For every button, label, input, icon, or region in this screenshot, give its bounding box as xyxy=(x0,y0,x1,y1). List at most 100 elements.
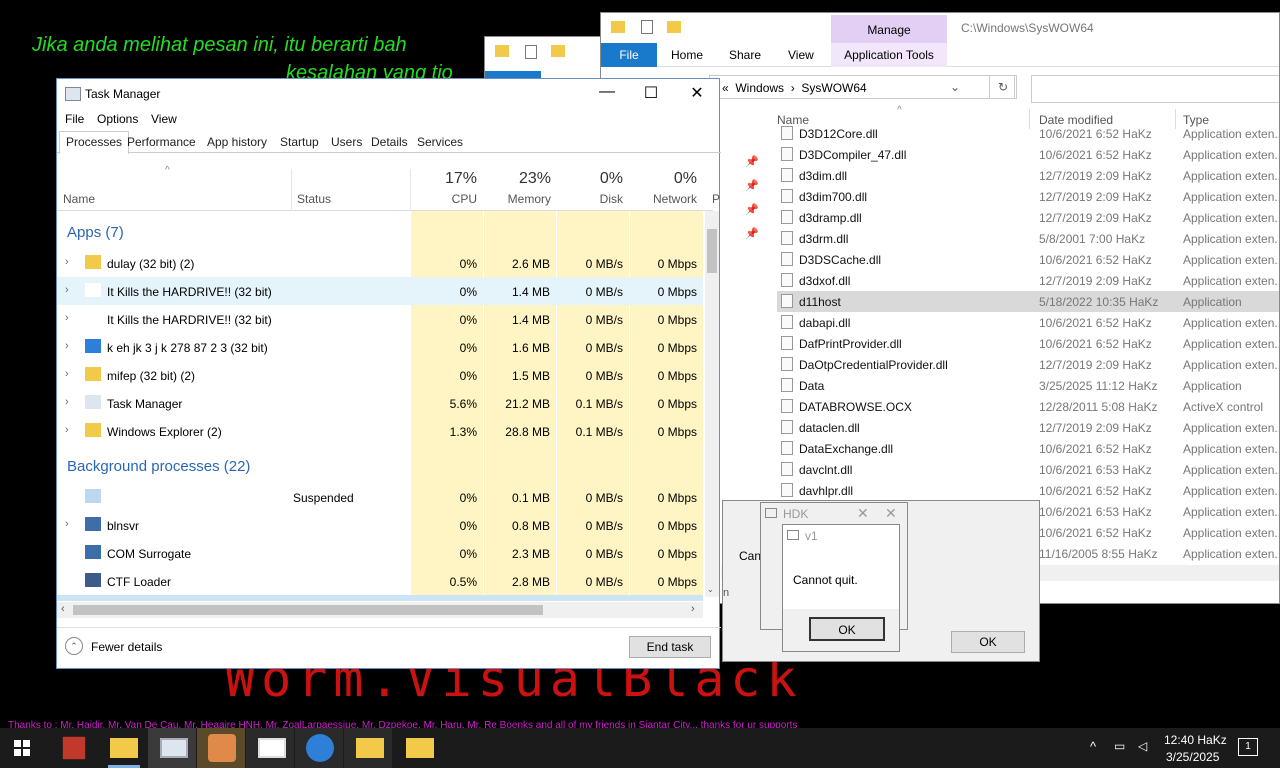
file-row[interactable]: DataExchange.dll 10/6/2021 6:52 HaKz Appli… xyxy=(777,438,1279,459)
process-row[interactable]: › It Kills the HARDRIVE!! (32 bit) 0% 1.4 M… xyxy=(57,277,703,305)
partial-selected-row[interactable] xyxy=(57,595,703,601)
vertical-scrollbar[interactable]: ⌄ xyxy=(705,211,719,597)
fewer-details-link[interactable]: Fewer details xyxy=(91,640,162,654)
horizontal-scrollbar[interactable]: ‹ › xyxy=(57,602,703,618)
file-row[interactable]: DafPrintProvider.dll 10/6/2021 6:52 HaKz A… xyxy=(777,333,1279,354)
task-manager-window[interactable]: Task Manager — ☐ ✕ File Options View Pro… xyxy=(56,78,721,669)
pin-icon[interactable]: 📌 xyxy=(745,155,759,168)
file-row[interactable]: DaOtpCredentialProvider.dll 12/7/2019 2:0… xyxy=(777,354,1279,375)
pin-icon[interactable]: 📌 xyxy=(745,227,759,240)
chevron-down-icon[interactable]: ⌄ xyxy=(950,80,960,94)
address-bar[interactable]: « Windows › SysWOW64 ⌄ xyxy=(709,75,1015,99)
file-row[interactable]: Data 3/25/2025 11:12 HaKz Application xyxy=(777,375,1279,396)
window-icon[interactable] xyxy=(258,738,286,758)
close-icon[interactable]: ✕ xyxy=(857,505,869,522)
file-row[interactable]: d11host 5/18/2022 10:35 HaKz Application xyxy=(777,291,1279,312)
column-power-partial[interactable]: P xyxy=(712,192,720,206)
background-explorer-window[interactable] xyxy=(484,36,604,81)
new-folder-icon[interactable] xyxy=(667,21,681,33)
back-ok-button[interactable]: OK xyxy=(951,631,1025,653)
file-row[interactable]: d3dim.dll 12/7/2019 2:09 HaKz Application … xyxy=(777,165,1279,186)
tab-app-history[interactable]: App history xyxy=(207,135,267,149)
scrollbar-thumb[interactable] xyxy=(73,605,543,615)
windows-start-icon[interactable] xyxy=(14,740,30,756)
close-icon[interactable]: ✕ xyxy=(683,83,711,103)
internet-explorer-icon[interactable] xyxy=(306,734,334,762)
refresh-icon[interactable]: ↻ xyxy=(989,75,1017,99)
ribbon-tab-view[interactable]: View xyxy=(788,48,814,62)
ribbon-tab-share[interactable]: Share xyxy=(729,48,761,62)
tab-startup[interactable]: Startup xyxy=(280,135,319,149)
tab-performance[interactable]: Performance xyxy=(127,135,196,149)
column-disk[interactable]: Disk xyxy=(557,192,623,206)
pin-icon[interactable]: 📌 xyxy=(745,179,759,192)
chevron-right-icon[interactable]: › xyxy=(65,256,69,268)
file-row[interactable]: dabapi.dll 10/6/2021 6:52 HaKz Application… xyxy=(777,312,1279,333)
process-row[interactable]: › It Kills the HARDRIVE!! (32 bit) 0% 1.4 M… xyxy=(57,305,703,333)
tab-users[interactable]: Users xyxy=(331,135,362,149)
menu-view[interactable]: View xyxy=(151,112,177,126)
menu-file[interactable]: File xyxy=(65,112,84,126)
v1-dialog[interactable]: v1 Cannot quit. OK xyxy=(782,524,900,652)
chevron-right-icon[interactable]: › xyxy=(65,396,69,408)
file-row[interactable]: d3drm.dll 5/8/2001 7:00 HaKz Application e… xyxy=(777,228,1279,249)
clock-time[interactable]: 12:40 HaKz xyxy=(1164,733,1227,747)
file-row[interactable]: dataclen.dll 12/7/2019 2:09 HaKz Applicati… xyxy=(777,417,1279,438)
file-row[interactable]: davhlpr.dll 10/6/2021 6:52 HaKz Applicatio… xyxy=(777,480,1279,501)
breadcrumb-syswow64[interactable]: SysWOW64 xyxy=(801,81,866,95)
column-memory[interactable]: Memory xyxy=(485,192,551,206)
properties-icon[interactable] xyxy=(641,20,653,34)
process-row[interactable]: COM Surrogate 0% 2.3 MB 0 MB/s 0 Mbps xyxy=(57,539,703,567)
file-row[interactable]: d3dramp.dll 12/7/2019 2:09 HaKz Applicatio… xyxy=(777,207,1279,228)
chevron-up-icon[interactable]: ^ xyxy=(1090,739,1096,754)
file-row[interactable]: D3D12Core.dll 10/6/2021 6:52 HaKz Applicat… xyxy=(777,123,1279,144)
file-row[interactable]: D3DCompiler_47.dll 10/6/2021 6:52 HaKz App… xyxy=(777,144,1279,165)
volume-icon[interactable]: ◁ xyxy=(1138,739,1147,753)
minimize-icon[interactable]: — xyxy=(593,83,621,101)
chevron-right-icon[interactable]: › xyxy=(65,368,69,380)
end-task-button[interactable]: End task xyxy=(629,636,711,658)
search-input[interactable] xyxy=(1031,75,1279,103)
column-name[interactable]: Name xyxy=(63,192,95,206)
file-row[interactable]: DATABROWSE.OCX 12/28/2011 5:08 HaKz Active… xyxy=(777,396,1279,417)
process-row[interactable]: › dulay (32 bit) (2) 0% 2.6 MB 0 MB/s 0 Mbps xyxy=(57,249,703,277)
folder-icon[interactable] xyxy=(356,738,384,758)
menu-options[interactable]: Options xyxy=(97,112,138,126)
task-manager-taskbar-icon[interactable] xyxy=(160,738,188,758)
network-icon[interactable]: ▭ xyxy=(1114,739,1125,753)
scroll-down-icon[interactable]: ⌄ xyxy=(707,585,714,594)
process-row[interactable]: › k eh jk 3 j k 278 87 2 3 (32 bit) 0% 1.6 … xyxy=(57,333,703,361)
file-row[interactable]: D3DSCache.dll 10/6/2021 6:52 HaKz Applicat… xyxy=(777,249,1279,270)
tab-details[interactable]: Details xyxy=(371,135,408,149)
tab-services[interactable]: Services xyxy=(417,135,463,149)
maximize-icon[interactable]: ☐ xyxy=(637,83,665,103)
chevron-right-icon[interactable]: › xyxy=(65,340,69,352)
breadcrumb-windows[interactable]: Windows xyxy=(735,81,784,95)
chevron-up-icon[interactable]: ⌃ xyxy=(65,637,83,655)
file-explorer-taskbar-icon[interactable] xyxy=(110,738,138,758)
scroll-right-icon[interactable]: › xyxy=(691,603,695,615)
folder-icon[interactable] xyxy=(406,738,434,758)
application-tools-tab[interactable]: Application Tools xyxy=(831,43,947,67)
process-row[interactable]: › Task Manager 5.6% 21.2 MB 0.1 MB/s 0 Mbps xyxy=(57,389,703,417)
scrollbar-thumb[interactable] xyxy=(707,229,717,273)
close-icon[interactable]: ✕ xyxy=(885,505,897,522)
process-row[interactable]: › mifep (32 bit) (2) 0% 1.5 MB 0 MB/s 0 Mbps xyxy=(57,361,703,389)
column-network[interactable]: Network xyxy=(631,192,697,206)
chevron-right-icon[interactable]: › xyxy=(65,312,69,324)
process-row[interactable]: › Windows Explorer (2) 1.3% 28.8 MB 0.1 MB/s… xyxy=(57,417,703,445)
file-row[interactable]: d3dim700.dll 12/7/2019 2:09 HaKz Applicati… xyxy=(777,186,1279,207)
red-app-icon[interactable] xyxy=(62,736,86,760)
ok-button[interactable]: OK xyxy=(809,617,885,641)
file-tab[interactable]: File xyxy=(601,43,657,67)
manage-tab[interactable]: Manage xyxy=(831,15,947,43)
chevron-right-icon[interactable]: › xyxy=(65,518,69,530)
column-status[interactable]: Status xyxy=(297,192,331,206)
people-icon[interactable] xyxy=(208,734,236,762)
notification-icon[interactable]: 1 xyxy=(1238,738,1258,756)
pin-icon[interactable]: 📌 xyxy=(745,203,759,216)
chevron-right-icon[interactable]: › xyxy=(65,424,69,436)
scroll-left-icon[interactable]: ‹ xyxy=(61,603,65,615)
process-row[interactable]: Suspended 0% 0.1 MB 0 MB/s 0 Mbps xyxy=(57,483,703,511)
process-row[interactable]: CTF Loader 0.5% 2.8 MB 0 MB/s 0 Mbps xyxy=(57,567,703,595)
